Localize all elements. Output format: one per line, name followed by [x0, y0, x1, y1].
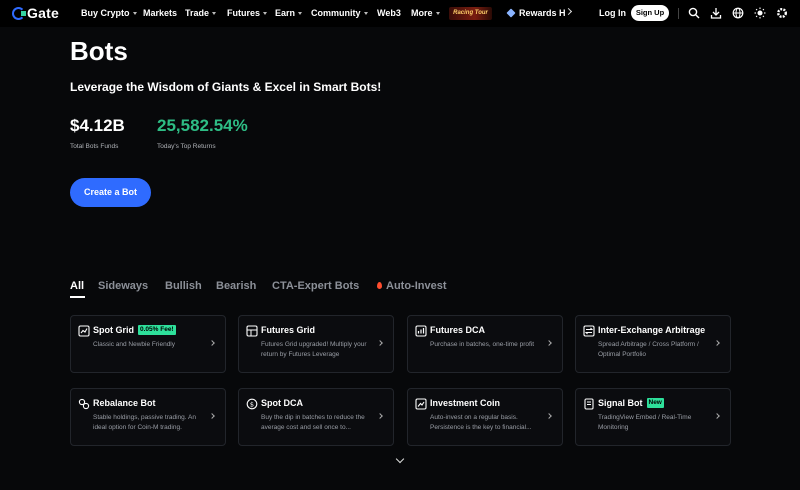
nav-label: Markets — [143, 8, 178, 18]
racing-tour-banner[interactable]: Racing Tour — [449, 7, 492, 20]
card-description: Auto-invest on a regular basis. Persiste… — [430, 414, 532, 431]
nav-earn[interactable]: Earn — [275, 8, 303, 18]
nav-markets[interactable]: Markets — [143, 8, 177, 18]
search-icon[interactable] — [688, 7, 700, 19]
nav-label: More — [411, 8, 433, 18]
card-title: Futures DCA — [430, 325, 486, 335]
nav-label: Buy Crypto — [81, 8, 130, 18]
svg-text:$: $ — [250, 400, 254, 408]
globe-icon[interactable] — [732, 7, 744, 19]
card-description: Buy the dip in batches to reduce the ave… — [261, 414, 365, 431]
chevron-down-icon — [363, 11, 368, 15]
investment-coin-icon — [415, 398, 427, 410]
card-title: Inter-Exchange Arbitrage — [598, 325, 706, 335]
active-tab-indicator — [70, 296, 85, 298]
page-subtitle: Leverage the Wisdom of Giants & Excel in… — [70, 80, 382, 94]
card-signal-bot[interactable]: Signal Bot New TradingView Embed / Real-T… — [575, 388, 731, 446]
total-bots-funds-value: $4.12B — [70, 116, 125, 135]
card-description: Classic and Newbie Friendly — [93, 341, 176, 348]
card-title: Signal Bot New — [598, 398, 664, 408]
gate-logo[interactable]: Gate — [12, 5, 59, 21]
card-spot-dca[interactable]: $ Spot DCA Buy the dip in batches to red… — [238, 388, 394, 446]
signup-button[interactable]: Sign Up — [631, 5, 669, 21]
card-description: Stable holdings, passive trading. An ide… — [93, 414, 196, 431]
chevron-right-icon[interactable] — [564, 7, 573, 16]
chevron-down-icon — [263, 11, 268, 15]
top-returns-value: 25,582.54% — [157, 116, 248, 135]
gate-logo-icon — [12, 6, 26, 20]
spot-dca-icon: $ — [246, 398, 258, 410]
nav-label: Community — [311, 8, 361, 18]
page-title: Bots — [70, 36, 128, 66]
tab-bullish[interactable]: Bullish — [165, 280, 202, 292]
fee-badge: 0.05% Fee! — [138, 325, 176, 335]
card-title: Futures Grid — [261, 325, 316, 335]
card-title: Rebalance Bot — [93, 398, 156, 408]
card-title: Spot DCA — [261, 398, 303, 408]
tab-cta-expert-bots[interactable]: CTA-Expert Bots — [272, 280, 359, 292]
flame-icon — [377, 282, 382, 289]
login-link[interactable]: Log In — [599, 8, 626, 18]
nav-futures[interactable]: Futures — [227, 8, 268, 18]
settings-icon[interactable] — [776, 7, 788, 19]
tab-sideways[interactable]: Sideways — [98, 280, 148, 292]
card-description: TradingView Embed / Real-Time Monitoring — [598, 414, 692, 431]
card-title-text: Signal Bot — [598, 398, 643, 408]
signal-bot-icon — [584, 398, 594, 410]
chart-icon — [78, 325, 90, 337]
arbitrage-icon — [583, 325, 595, 337]
card-description: Purchase in batches, one-time profit — [430, 341, 535, 348]
total-bots-funds-label: Total Bots Funds — [70, 143, 119, 150]
nav-label: Rewards H — [519, 8, 566, 18]
nav-buy-crypto[interactable]: Buy Crypto — [81, 8, 137, 18]
expand-more-icon[interactable] — [395, 454, 405, 464]
theme-icon[interactable] — [754, 7, 766, 19]
nav-web3[interactable]: Web3 — [377, 8, 401, 18]
rewards-icon — [506, 8, 516, 18]
logo-text: Gate — [27, 5, 59, 21]
create-bot-button[interactable]: Create a Bot — [70, 178, 151, 207]
card-spot-grid[interactable]: Spot Grid 0.05% Fee! Classic and Newbie F… — [70, 315, 226, 373]
chevron-down-icon — [212, 11, 217, 15]
nav-community[interactable]: Community — [311, 8, 368, 18]
card-title-text: Spot Grid — [93, 325, 134, 335]
futures-grid-icon — [246, 325, 258, 337]
nav-label: Futures — [227, 8, 261, 18]
nav-label: Earn — [275, 8, 296, 18]
nav-label: Web3 — [377, 8, 401, 18]
nav-divider — [678, 8, 679, 19]
card-title: Investment Coin — [430, 398, 501, 408]
top-nav: Gate Buy Crypto Markets Trade Futures Ea… — [0, 0, 800, 27]
tab-auto-invest[interactable]: Auto-Invest — [377, 280, 447, 292]
tab-all[interactable]: All — [70, 280, 84, 292]
nav-rewards[interactable]: Rewards H — [506, 8, 566, 18]
card-inter-exchange-arbitrage[interactable]: Inter-Exchange Arbitrage Spread Arbitrag… — [575, 315, 731, 373]
nav-trade[interactable]: Trade — [185, 8, 217, 18]
futures-dca-icon — [415, 325, 427, 337]
card-investment-coin[interactable]: Investment Coin Auto-invest on a regular… — [407, 388, 563, 446]
card-rebalance-bot[interactable]: Rebalance Bot Stable holdings, passive t… — [70, 388, 226, 446]
card-description: Spread Arbitrage / Cross Platform / Opti… — [598, 341, 699, 358]
card-title: Spot Grid 0.05% Fee! — [93, 325, 176, 335]
tab-label: Auto-Invest — [386, 280, 447, 292]
card-futures-grid[interactable]: Futures Grid Futures Grid upgraded! Mult… — [238, 315, 394, 373]
nav-more[interactable]: More — [411, 8, 440, 18]
download-icon[interactable] — [710, 7, 722, 19]
chevron-down-icon — [132, 11, 137, 15]
chevron-down-icon — [435, 11, 440, 15]
card-futures-dca[interactable]: Futures DCA Purchase in batches, one-tim… — [407, 315, 563, 373]
nav-label: Trade — [185, 8, 210, 18]
rebalance-icon — [78, 398, 90, 410]
chevron-down-icon — [298, 11, 303, 15]
top-returns-label: Today's Top Returns — [157, 143, 216, 150]
new-badge: New — [646, 398, 664, 408]
tab-bearish[interactable]: Bearish — [216, 280, 256, 292]
card-description: Futures Grid upgraded! Multiply your ret… — [261, 341, 367, 358]
